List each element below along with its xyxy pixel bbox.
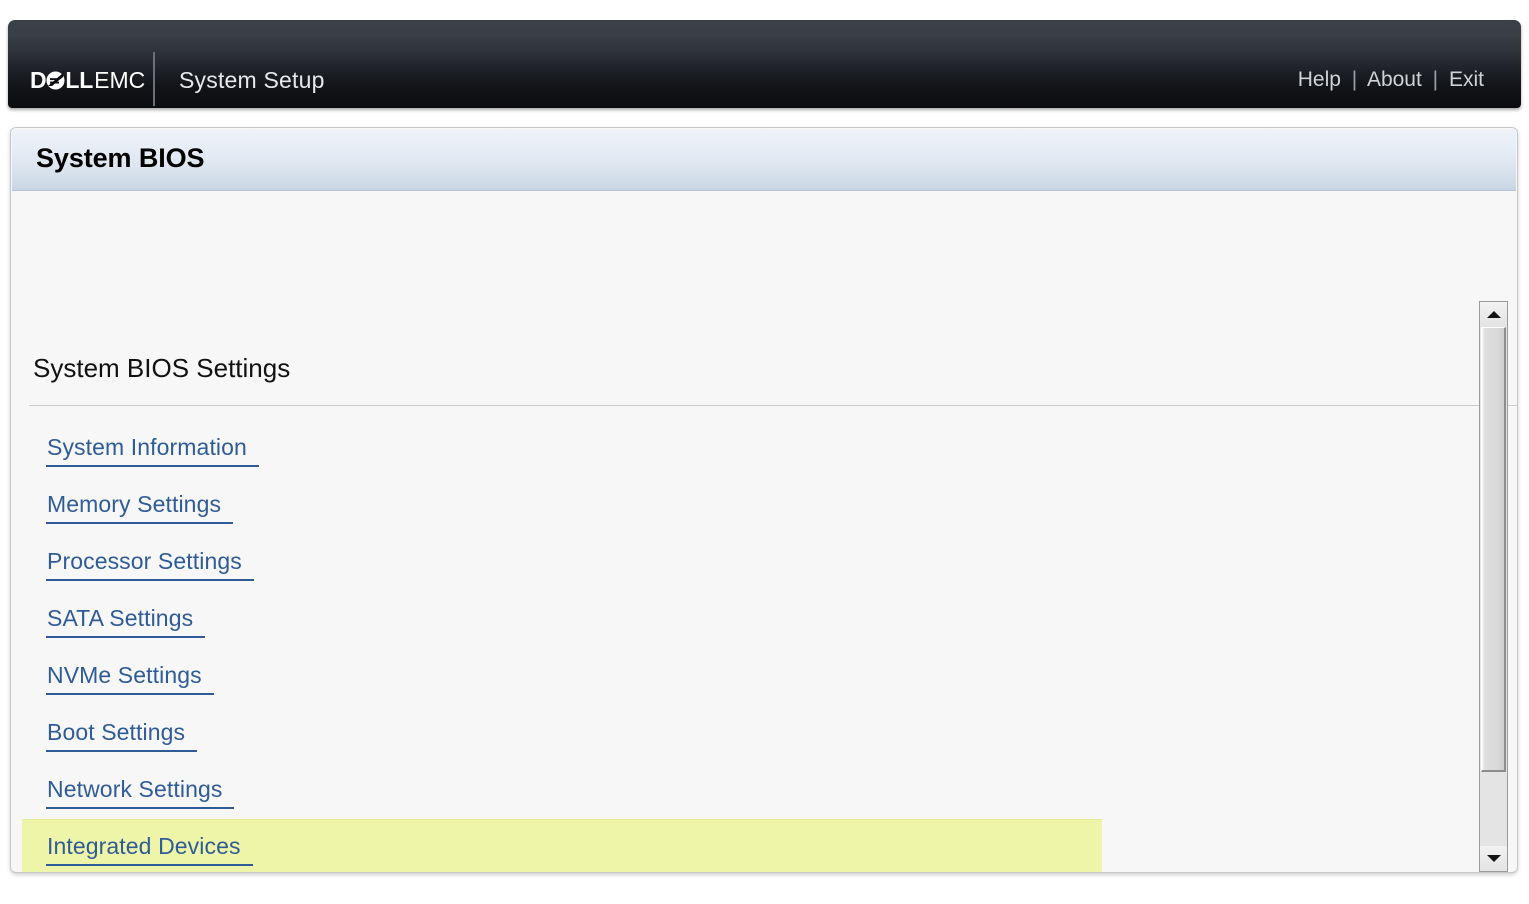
emc-wordmark: EMC xyxy=(94,66,146,93)
menu-item[interactable]: System Information xyxy=(22,420,1472,477)
menu-item-label[interactable]: Processor Settings xyxy=(46,548,254,581)
menu-scrollbar[interactable] xyxy=(1479,301,1508,872)
triangle-up-icon xyxy=(1486,311,1501,318)
menu-item-label[interactable]: SATA Settings xyxy=(45,605,206,638)
header-links-group: Help | About | Exit xyxy=(1298,68,1484,92)
dell-slanted-e-icon xyxy=(46,69,65,92)
bios-settings-menu: System Information Memory Settings Process… xyxy=(22,420,1472,872)
help-link[interactable]: Help xyxy=(1298,68,1341,91)
dell-letter-d: D xyxy=(30,66,47,93)
menu-item-label[interactable]: System Information xyxy=(46,434,259,467)
menu-item-label[interactable]: Network Settings xyxy=(45,776,235,809)
menu-item-label[interactable]: Integrated Devices xyxy=(46,833,253,866)
scrollbar-thumb[interactable] xyxy=(1481,327,1506,772)
scrollbar-down-button[interactable] xyxy=(1480,846,1507,871)
menu-item[interactable]: NVMe Settings xyxy=(22,648,1472,705)
menu-item[interactable]: SATA Settings xyxy=(22,591,1472,648)
menu-item-selected[interactable]: Integrated Devices xyxy=(22,819,1102,872)
dell-emc-logo: D LL EMC xyxy=(30,65,145,95)
header-vertical-divider xyxy=(153,52,155,106)
section-heading: System BIOS Settings xyxy=(33,353,291,383)
menu-item[interactable]: Boot Settings xyxy=(22,705,1472,762)
scrollbar-up-button[interactable] xyxy=(1480,302,1507,328)
system-setup-title: System Setup xyxy=(179,67,325,93)
dell-letters-ll: LL xyxy=(65,66,94,93)
section-divider xyxy=(29,405,1517,406)
menu-item[interactable]: Memory Settings xyxy=(22,477,1472,534)
about-link[interactable]: About xyxy=(1367,68,1422,91)
menu-item[interactable]: Processor Settings xyxy=(22,534,1472,591)
exit-link[interactable]: Exit xyxy=(1449,68,1484,91)
menu-item-label[interactable]: Memory Settings xyxy=(45,491,234,524)
panel-title-bar: System BIOS xyxy=(12,129,1516,191)
menu-item-label[interactable]: Boot Settings xyxy=(45,719,198,752)
triangle-down-icon xyxy=(1486,855,1501,862)
application-header-bar: D LL EMC System Setup Help | About | Exi… xyxy=(8,20,1521,108)
scrollbar-track[interactable] xyxy=(1480,327,1507,846)
link-separator-1: | xyxy=(1351,68,1358,91)
dell-wordmark: D LL EMC xyxy=(30,66,146,93)
menu-item-label[interactable]: NVMe Settings xyxy=(46,662,214,695)
system-bios-panel: System BIOS System BIOS Settings System … xyxy=(10,127,1518,873)
page-title: System BIOS xyxy=(36,143,205,173)
link-separator-2: | xyxy=(1432,68,1439,91)
menu-item[interactable]: Network Settings xyxy=(22,762,1472,819)
